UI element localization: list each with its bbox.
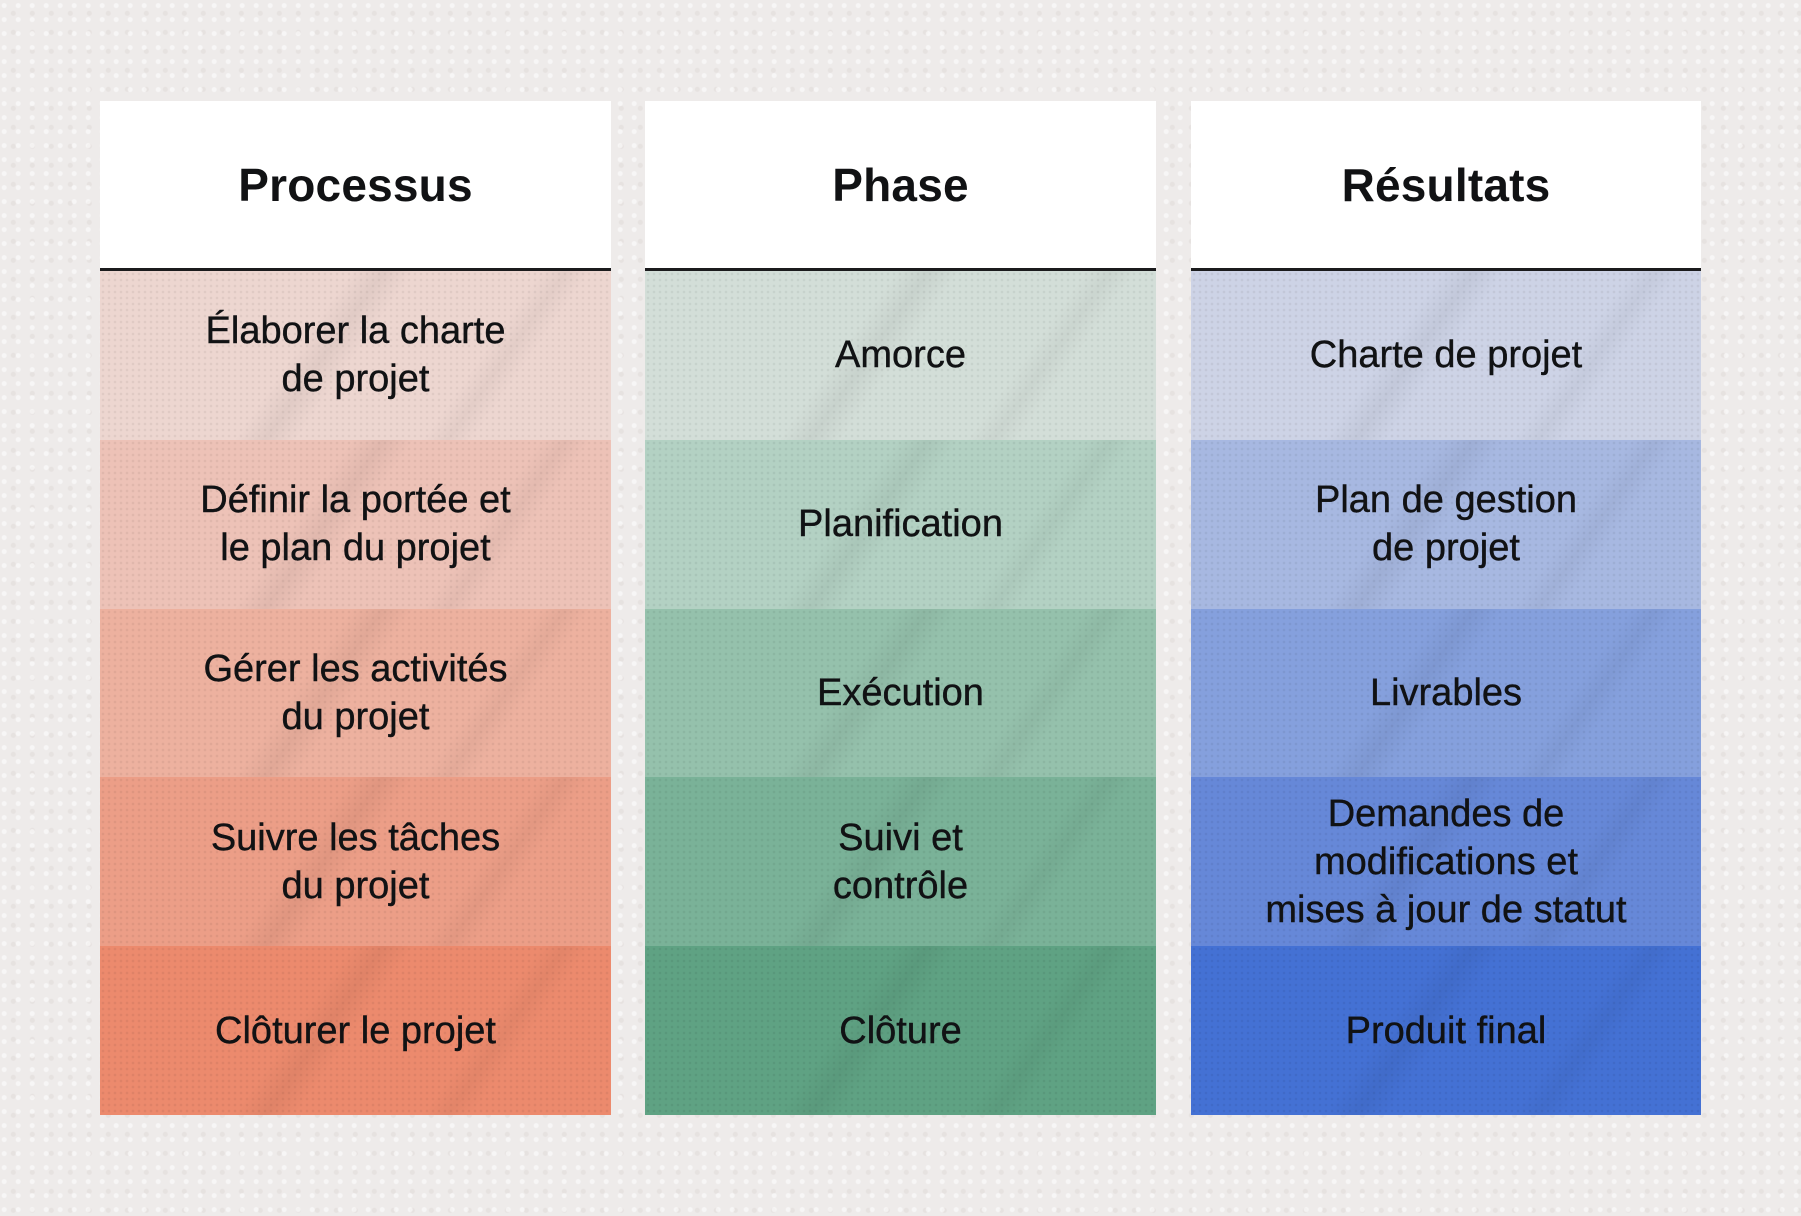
column-cells: Élaborer la charte de projet Définir la … [100, 271, 611, 1115]
cell-processus-5: Clôturer le projet [100, 946, 611, 1115]
column-header-resultats: Résultats [1191, 101, 1701, 271]
cell-text: Clôture [839, 1009, 962, 1052]
column-cells: Charte de projet Plan de gestion de proj… [1191, 271, 1701, 1115]
cell-resultats-5: Produit final [1191, 946, 1701, 1115]
cell-resultats-3: Livrables [1191, 608, 1701, 778]
cell-text: Suivre les tâches du projet [210, 816, 501, 907]
cell-text: Gérer les activités du projet [203, 647, 508, 738]
cell-processus-3: Gérer les activités du projet [100, 608, 611, 778]
column-header-label: Résultats [1341, 158, 1551, 211]
cell-text: Demandes de modifications et mises à jou… [1265, 792, 1627, 931]
cell-processus-2: Définir la portée et le plan du projet [100, 439, 611, 609]
cell-phase-4: Suivi et contrôle [645, 777, 1156, 947]
cell-text: Clôturer le projet [215, 1009, 496, 1052]
column-header-label: Processus [238, 158, 473, 211]
cell-processus-1: Élaborer la charte de projet [100, 271, 611, 440]
cell-text: Élaborer la charte de projet [205, 310, 506, 401]
cell-text: Amorce [835, 334, 966, 377]
cell-resultats-1: Charte de projet [1191, 271, 1701, 440]
cell-text: Suivi et contrôle [832, 816, 969, 907]
cell-phase-1: Amorce [645, 271, 1156, 440]
cell-text: Charte de projet [1309, 334, 1583, 377]
column-header-phase: Phase [645, 101, 1156, 271]
column-header-label: Phase [832, 158, 969, 211]
cell-text: Plan de gestion de projet [1315, 479, 1577, 570]
cell-processus-4: Suivre les tâches du projet [100, 777, 611, 947]
cell-resultats-4: Demandes de modifications et mises à jou… [1191, 777, 1701, 947]
cell-text: Planification [798, 503, 1003, 546]
cell-phase-2: Planification [645, 439, 1156, 609]
cell-phase-5: Clôture [645, 946, 1156, 1115]
cell-text: Exécution [817, 671, 984, 714]
column-cells: Amorce Planification Exécution Suivi et … [645, 271, 1156, 1115]
column-phase: Phase Amorce Planification Exécution Sui… [645, 101, 1156, 1115]
column-processus: Processus Élaborer la charte de projet D… [100, 101, 611, 1115]
column-header-processus: Processus [100, 101, 611, 271]
cell-text: Définir la portée et le plan du projet [200, 479, 511, 570]
cell-resultats-2: Plan de gestion de projet [1191, 439, 1701, 609]
column-resultats: Résultats Charte de projet Plan de gesti… [1191, 101, 1701, 1115]
cell-text: Produit final [1345, 1009, 1547, 1052]
cell-phase-3: Exécution [645, 608, 1156, 778]
cell-text: Livrables [1369, 671, 1523, 714]
